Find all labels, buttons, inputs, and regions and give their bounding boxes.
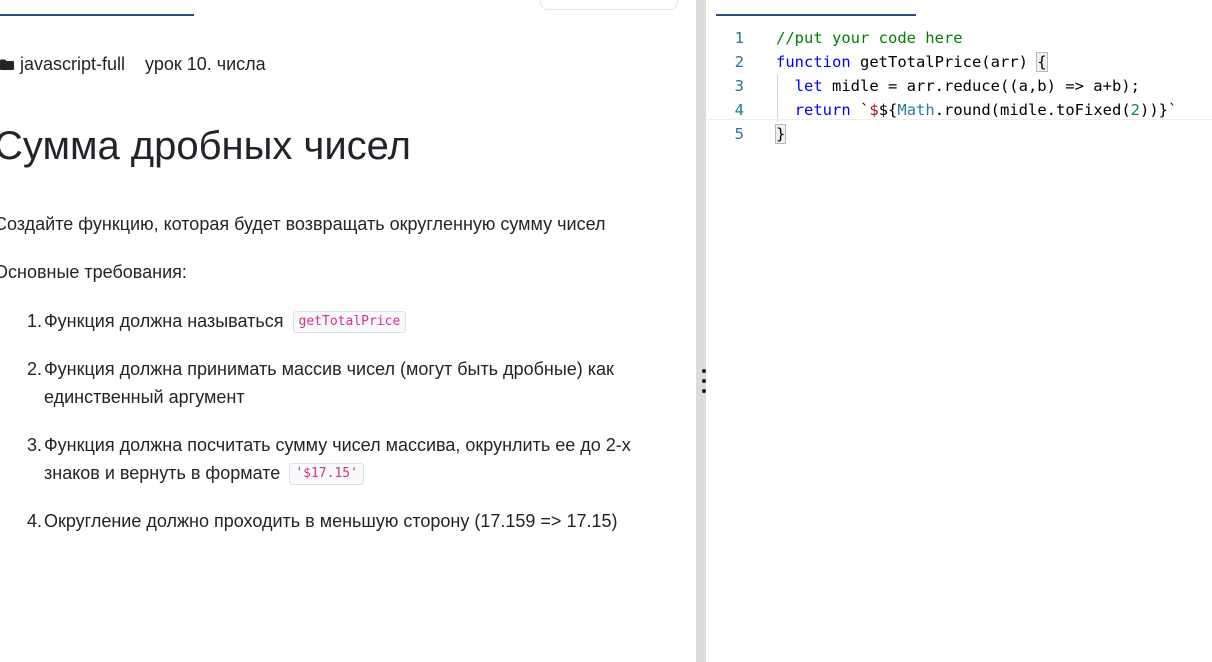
code-editor[interactable]: 1 //put your code here 2 function getTotalP… bbox=[706, 26, 1212, 146]
code-token: .round(midle.toFixed( bbox=[934, 101, 1131, 119]
line-number: 5 bbox=[734, 125, 744, 143]
requirement-text: Функция должна принимать массив чисел (м… bbox=[44, 359, 614, 407]
requirement-number: 1. bbox=[26, 311, 42, 331]
requirement-number: 2. bbox=[26, 359, 42, 379]
breadcrumb-course[interactable]: javascript-full bbox=[20, 54, 125, 75]
line-number: 2 bbox=[734, 53, 744, 71]
top-control[interactable] bbox=[540, 0, 678, 10]
inline-code: '$17.15' bbox=[289, 463, 364, 486]
requirements-list: 1. Функция должна называться getTotalPric… bbox=[0, 307, 690, 555]
requirements-heading: Основные требования: bbox=[0, 262, 187, 282]
code-token: //put your code here bbox=[776, 29, 963, 47]
active-tab-indicator bbox=[0, 14, 194, 16]
code-token: $ bbox=[869, 101, 879, 119]
editor-current-line-border bbox=[706, 119, 1212, 120]
code-token: ${ bbox=[878, 101, 898, 119]
requirement-item: 2. Функция должна принимать массив чисел … bbox=[0, 355, 690, 411]
task-title: Сумма дробных чисел bbox=[0, 124, 411, 168]
code-token: ` bbox=[850, 101, 870, 119]
task-description: Создайте функцию, которая будет возвраща… bbox=[0, 214, 606, 234]
inline-code: getTotalPrice bbox=[292, 311, 407, 334]
line-code: function getTotalPrice(arr) { bbox=[776, 50, 1048, 74]
code-token: function bbox=[776, 53, 851, 71]
code-token: let bbox=[794, 77, 823, 95]
task-pane: javascript-full урок 10. числа Сумма дро… bbox=[0, 0, 696, 662]
code-line[interactable]: 5} bbox=[706, 122, 1212, 146]
code-token: { bbox=[1036, 52, 1048, 72]
line-number: 3 bbox=[734, 77, 744, 95]
requirement-text: Функция должна называться getTotalPrice bbox=[44, 307, 690, 335]
code-token: 2 bbox=[1130, 101, 1140, 119]
requirement-item: 1. Функция должна называться getTotalPric… bbox=[0, 307, 690, 335]
line-code: let midle = arr.reduce((a,b) => a+b); bbox=[776, 74, 1140, 98]
code-token: midle = arr.reduce((a,b) => a+b); bbox=[822, 77, 1140, 95]
editor-tab-indicator bbox=[716, 14, 916, 16]
requirement-item: 4. Округление должно проходить в меньшую … bbox=[0, 507, 690, 535]
code-line[interactable]: 1 //put your code here bbox=[706, 26, 1212, 50]
line-code: } bbox=[774, 122, 787, 146]
requirement-item: 3. Функция должна посчитать сумму чисел м… bbox=[0, 431, 690, 487]
breadcrumb-lesson[interactable]: урок 10. числа bbox=[145, 54, 266, 75]
editor-pane: 1 //put your code here 2 function getTotalP… bbox=[706, 0, 1212, 662]
pane-splitter[interactable] bbox=[696, 0, 706, 662]
code-token: ))}` bbox=[1140, 101, 1178, 119]
requirement-text: Округление должно проходить в меньшую ст… bbox=[44, 511, 618, 531]
breadcrumb: javascript-full урок 10. числа bbox=[0, 52, 266, 76]
code-token: return bbox=[794, 101, 851, 119]
line-number: 1 bbox=[734, 29, 744, 47]
code-token: } bbox=[774, 124, 787, 144]
code-line[interactable]: 3 let midle = arr.reduce((a,b) => a+b); bbox=[706, 74, 1212, 98]
requirement-number: 3. bbox=[26, 435, 42, 455]
requirement-text: Функция должна посчитать сумму чисел мас… bbox=[44, 431, 690, 487]
code-line[interactable]: 2 function getTotalPrice(arr) { bbox=[706, 50, 1212, 74]
folder-icon bbox=[0, 59, 14, 70]
code-token: getTotalPrice(arr) bbox=[850, 53, 1038, 71]
requirement-number: 4. bbox=[26, 511, 42, 531]
line-code: //put your code here bbox=[776, 26, 963, 50]
code-token: Math bbox=[897, 101, 935, 119]
